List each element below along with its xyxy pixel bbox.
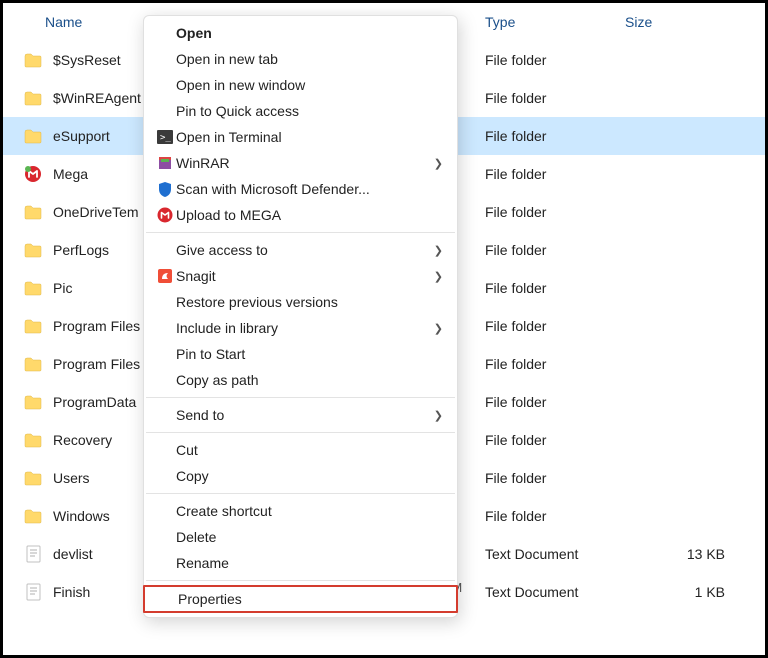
menu-item-copy-as-path[interactable]: Copy as path (144, 367, 457, 393)
file-type: File folder (485, 128, 625, 144)
svg-text:>_: >_ (160, 133, 171, 143)
menu-item-label: Include in library (176, 320, 434, 336)
menu-item-label: Open (176, 25, 443, 41)
folder-icon (21, 243, 45, 258)
menu-item-label: Properties (178, 591, 442, 607)
chevron-right-icon: ❯ (434, 244, 443, 257)
menu-item-send-to[interactable]: Send to❯ (144, 402, 457, 428)
mega-folder-icon (21, 165, 45, 183)
folder-icon (21, 433, 45, 448)
file-type: File folder (485, 52, 625, 68)
menu-item-open-in-new-tab[interactable]: Open in new tab (144, 46, 457, 72)
chevron-right-icon: ❯ (434, 322, 443, 335)
menu-separator (146, 397, 455, 398)
column-header-size[interactable]: Size (625, 14, 765, 30)
menu-item-open-in-new-window[interactable]: Open in new window (144, 72, 457, 98)
file-type: Text Document (485, 584, 625, 600)
menu-item-label: Delete (176, 529, 443, 545)
folder-icon (21, 53, 45, 68)
menu-item-scan-with-microsoft-defender[interactable]: Scan with Microsoft Defender... (144, 176, 457, 202)
menu-item-label: Open in Terminal (176, 129, 443, 145)
context-menu: Open Open in new tab Open in new window Pin… (143, 15, 458, 618)
folder-icon (21, 319, 45, 334)
menu-item-label: Scan with Microsoft Defender... (176, 181, 443, 197)
file-size: 1 KB (625, 584, 765, 600)
file-type: File folder (485, 166, 625, 182)
menu-item-rename[interactable]: Rename (144, 550, 457, 576)
menu-item-label: Pin to Start (176, 346, 443, 362)
menu-item-label: Copy (176, 468, 443, 484)
menu-item-pin-to-start[interactable]: Pin to Start (144, 341, 457, 367)
folder-icon (21, 205, 45, 220)
menu-item-open[interactable]: Open (144, 20, 457, 46)
chevron-right-icon: ❯ (434, 409, 443, 422)
menu-item-winrar[interactable]: WinRAR❯ (144, 150, 457, 176)
menu-item-label: WinRAR (176, 155, 434, 171)
menu-separator (146, 432, 455, 433)
menu-item-create-shortcut[interactable]: Create shortcut (144, 498, 457, 524)
menu-item-snagit[interactable]: Snagit❯ (144, 263, 457, 289)
menu-item-label: Give access to (176, 242, 434, 258)
folder-icon (21, 471, 45, 486)
menu-item-copy[interactable]: Copy (144, 463, 457, 489)
file-type: File folder (485, 394, 625, 410)
menu-item-label: Pin to Quick access (176, 103, 443, 119)
menu-separator (146, 580, 455, 581)
file-type: File folder (485, 356, 625, 372)
folder-icon (21, 509, 45, 524)
chevron-right-icon: ❯ (434, 270, 443, 283)
file-type: File folder (485, 432, 625, 448)
defender-icon (154, 181, 176, 198)
menu-item-pin-to-quick-access[interactable]: Pin to Quick access (144, 98, 457, 124)
file-type: File folder (485, 508, 625, 524)
folder-icon (21, 281, 45, 296)
menu-item-cut[interactable]: Cut (144, 437, 457, 463)
menu-item-delete[interactable]: Delete (144, 524, 457, 550)
file-type: File folder (485, 90, 625, 106)
text-file-icon (21, 583, 45, 601)
folder-icon (21, 129, 45, 144)
menu-item-upload-to-mega[interactable]: Upload to MEGA (144, 202, 457, 228)
menu-item-restore-previous-versions[interactable]: Restore previous versions (144, 289, 457, 315)
menu-item-label: Snagit (176, 268, 434, 284)
menu-item-label: Restore previous versions (176, 294, 443, 310)
file-type: File folder (485, 242, 625, 258)
folder-icon (21, 91, 45, 106)
folder-icon (21, 357, 45, 372)
winrar-icon (154, 155, 176, 171)
menu-item-include-in-library[interactable]: Include in library❯ (144, 315, 457, 341)
file-type: File folder (485, 280, 625, 296)
text-file-icon (21, 545, 45, 563)
folder-icon (21, 395, 45, 410)
file-type: File folder (485, 204, 625, 220)
menu-item-label: Copy as path (176, 372, 443, 388)
menu-item-label: Cut (176, 442, 443, 458)
explorer-window: Name Type Size $SysResetFile folder$WinR… (0, 0, 768, 658)
menu-item-label: Open in new tab (176, 51, 443, 67)
menu-separator (146, 493, 455, 494)
file-type: File folder (485, 318, 625, 334)
terminal-icon: >_ (154, 130, 176, 144)
menu-item-label: Send to (176, 407, 434, 423)
menu-item-label: Upload to MEGA (176, 207, 443, 223)
file-type: File folder (485, 470, 625, 486)
menu-separator (146, 232, 455, 233)
menu-item-label: Open in new window (176, 77, 443, 93)
file-size: 13 KB (625, 546, 765, 562)
menu-item-give-access-to[interactable]: Give access to❯ (144, 237, 457, 263)
menu-item-label: Rename (176, 555, 443, 571)
column-header-type[interactable]: Type (485, 14, 625, 30)
menu-item-label: Create shortcut (176, 503, 443, 519)
chevron-right-icon: ❯ (434, 157, 443, 170)
menu-item-open-in-terminal[interactable]: >_ Open in Terminal (144, 124, 457, 150)
mega-icon (154, 207, 176, 223)
snagit-icon (154, 268, 176, 284)
menu-item-properties[interactable]: Properties (143, 585, 458, 613)
file-type: Text Document (485, 546, 625, 562)
